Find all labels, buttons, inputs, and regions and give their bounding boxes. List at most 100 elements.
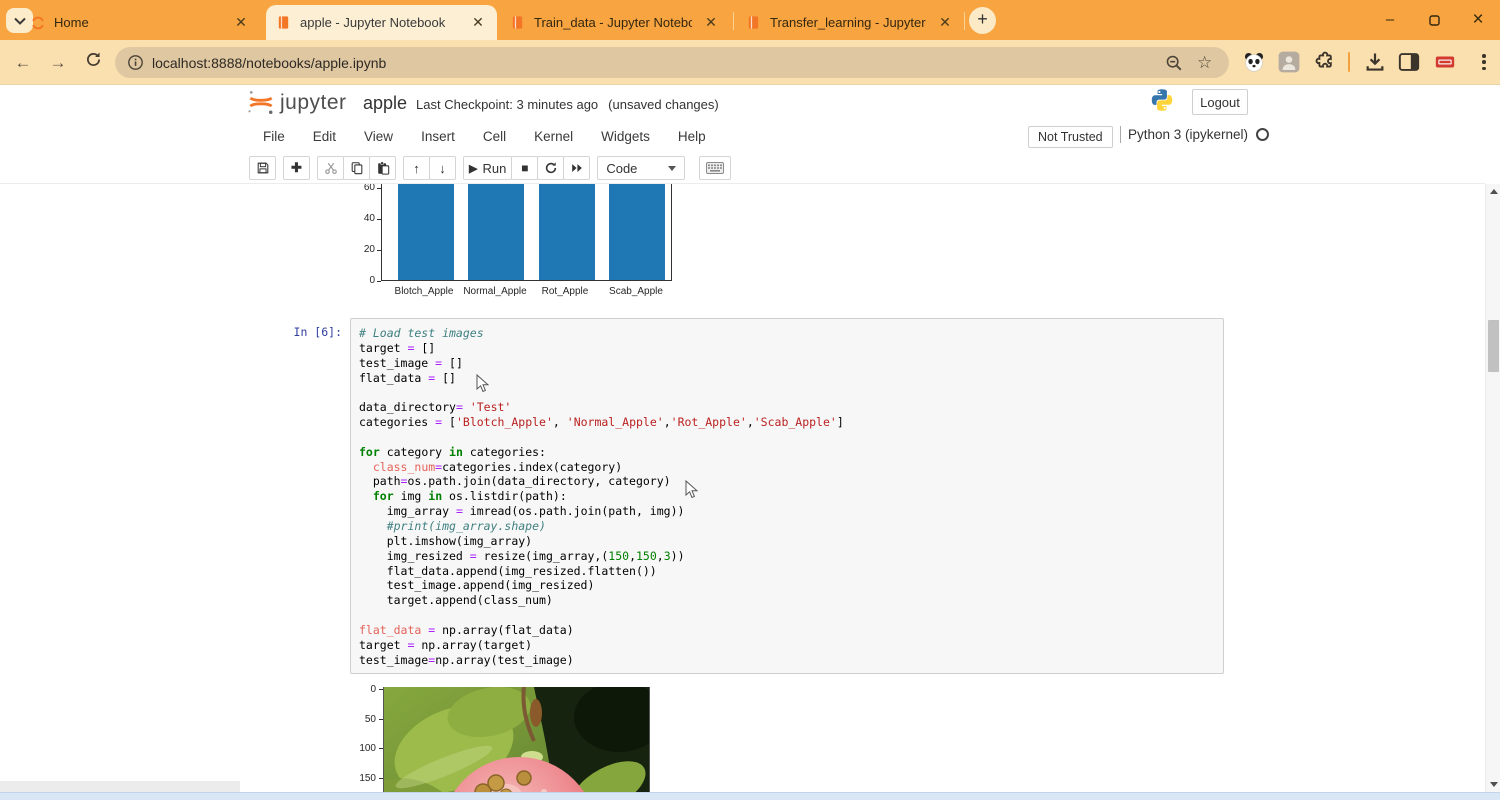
not-trusted-button[interactable]: Not Trusted [1028,126,1113,148]
notebook-content[interactable]: 0204060Blotch_AppleNormal_AppleRot_Apple… [0,184,1485,792]
page-scrollbar[interactable] [1485,184,1500,792]
move-cell-up-button[interactable]: ↑ [403,156,430,180]
cell-type-select[interactable]: Code [597,156,685,180]
download-icon[interactable] [1364,51,1386,73]
checkpoint-status: Last Checkpoint: 3 minutes ago [416,97,598,112]
code-token: , [664,415,671,429]
window-minimize-button[interactable]: – [1368,0,1412,40]
tab-train-data-jupyter-notebook[interactable]: Train_data - Jupyter Notebook✕ [500,5,730,40]
code-token: # Load test images [359,326,484,340]
code-cell[interactable]: # Load test imagestarget = []test_image … [350,318,1224,674]
menu-item-kernel[interactable]: Kernel [520,129,587,144]
reload-button[interactable] [80,50,106,76]
code-token: target [359,341,407,355]
scrollbar-down-arrow-icon[interactable] [1486,777,1500,792]
address-bar[interactable]: localhost:8888/notebooks/apple.ipynb ☆ [115,47,1229,78]
menu-item-view[interactable]: View [350,129,407,144]
notebook-title[interactable]: apple [363,93,407,114]
code-line[interactable]: #print(img_array.shape) [359,519,1215,534]
code-token: [ [442,415,456,429]
code-token: for [373,489,394,503]
code-line[interactable]: plt.imshow(img_array) [359,534,1215,549]
adblock-extension-icon[interactable] [1434,51,1456,73]
code-line[interactable]: flat_data = np.array(flat_data) [359,623,1215,638]
logout-button[interactable]: Logout [1192,89,1248,115]
screen: Home✕apple - Jupyter Notebook✕Train_data… [0,0,1500,800]
code-line[interactable]: test_image=np.array(test_image) [359,653,1215,668]
cut-cell-button[interactable] [317,156,344,180]
jupyter-toolbar: ✚ ↑↓ ▶Run■ Code [0,152,1485,184]
site-info-icon[interactable] [127,54,144,71]
code-token: #print(img_array.shape) [387,519,546,533]
tab-close-icon[interactable]: ✕ [702,14,720,32]
code-line[interactable] [359,430,1215,445]
paste-cell-button[interactable] [369,156,396,180]
copy-cell-button[interactable] [343,156,370,180]
code-line[interactable]: data_directory= 'Test' [359,400,1215,415]
menu-item-cell[interactable]: Cell [469,129,520,144]
tab-apple-jupyter-notebook[interactable]: apple - Jupyter Notebook✕ [266,5,497,40]
run-button[interactable]: ▶Run [463,156,512,180]
restart-kernel-button[interactable] [537,156,564,180]
code-token: 'Scab_Apple' [754,415,837,429]
code-line[interactable]: img_array = imread(os.path.join(path, im… [359,504,1215,519]
code-token [359,460,373,474]
code-line[interactable]: class_num=categories.index(category) [359,460,1215,475]
code-token: flat_data [359,371,428,385]
tab-home[interactable]: Home✕ [20,5,260,40]
code-line[interactable]: path=os.path.join(data_directory, catego… [359,474,1215,489]
code-line[interactable]: # Load test images [359,326,1215,341]
menu-item-widgets[interactable]: Widgets [587,129,664,144]
zoom-out-icon[interactable] [1165,54,1183,72]
command-palette-button[interactable] [699,156,731,180]
code-line[interactable]: target = np.array(target) [359,638,1215,653]
back-button[interactable]: ← [10,50,36,76]
bar-rot-apple [539,184,595,280]
browser-menu-kebab-icon[interactable] [1476,52,1492,72]
panda-extension-icon[interactable] [1243,51,1265,73]
scrollbar-up-arrow-icon[interactable] [1486,184,1500,199]
code-line[interactable]: for img in os.listdir(path): [359,489,1215,504]
window-maximize-button[interactable] [1412,0,1456,40]
url-text[interactable]: localhost:8888/notebooks/apple.ipynb [152,55,1165,71]
window-close-button[interactable]: × [1456,0,1500,40]
code-line[interactable]: flat_data.append(img_resized.flatten()) [359,564,1215,579]
code-line[interactable]: target = [] [359,341,1215,356]
code-line[interactable]: for category in categories: [359,445,1215,460]
kernel-idle-icon [1256,128,1269,141]
code-token: = [470,549,477,563]
profile-extension-icon[interactable] [1278,51,1300,73]
menu-item-help[interactable]: Help [664,129,720,144]
menu-item-edit[interactable]: Edit [299,129,350,144]
code-line[interactable]: test_image.append(img_resized) [359,578,1215,593]
code-line[interactable] [359,608,1215,623]
code-token: test_image [359,653,428,667]
scrollbar-thumb[interactable] [1488,320,1499,372]
forward-button[interactable]: → [45,50,71,76]
code-line[interactable]: test_image = [] [359,356,1215,371]
bar-chart-output: 0204060Blotch_AppleNormal_AppleRot_Apple… [335,184,695,299]
add-cell-button[interactable]: ✚ [283,156,310,180]
new-tab-button[interactable]: + [969,7,996,34]
code-line[interactable]: categories = ['Blotch_Apple', 'Normal_Ap… [359,415,1215,430]
jupyter-logo[interactable]: jupyter [246,89,347,116]
menu-item-insert[interactable]: Insert [407,129,469,144]
stop-kernel-button[interactable]: ■ [511,156,538,180]
code-line[interactable]: img_resized = resize(img_array,(150,150,… [359,549,1215,564]
menu-item-file[interactable]: File [249,129,299,144]
side-panel-icon[interactable] [1398,51,1420,73]
save-button[interactable] [249,156,276,180]
restart-run-all-button[interactable] [563,156,590,180]
code-line[interactable]: target.append(class_num) [359,593,1215,608]
tab-close-icon[interactable]: ✕ [936,14,954,32]
extensions-puzzle-icon[interactable] [1313,51,1335,73]
image-ytick-mark [379,689,383,690]
tab-close-icon[interactable]: ✕ [469,14,487,32]
tab-close-icon[interactable]: ✕ [232,14,250,32]
tab-transfer-learning-jupyter-no[interactable]: Transfer_learning - Jupyter No✕ [736,5,964,40]
mouse-cursor [685,480,698,499]
move-cell-down-button[interactable]: ↓ [429,156,456,180]
code-token: np.array(test_image) [435,653,573,667]
kernel-name[interactable]: Python 3 (ipykernel) [1128,127,1248,142]
bookmark-star-icon[interactable]: ☆ [1197,54,1215,72]
